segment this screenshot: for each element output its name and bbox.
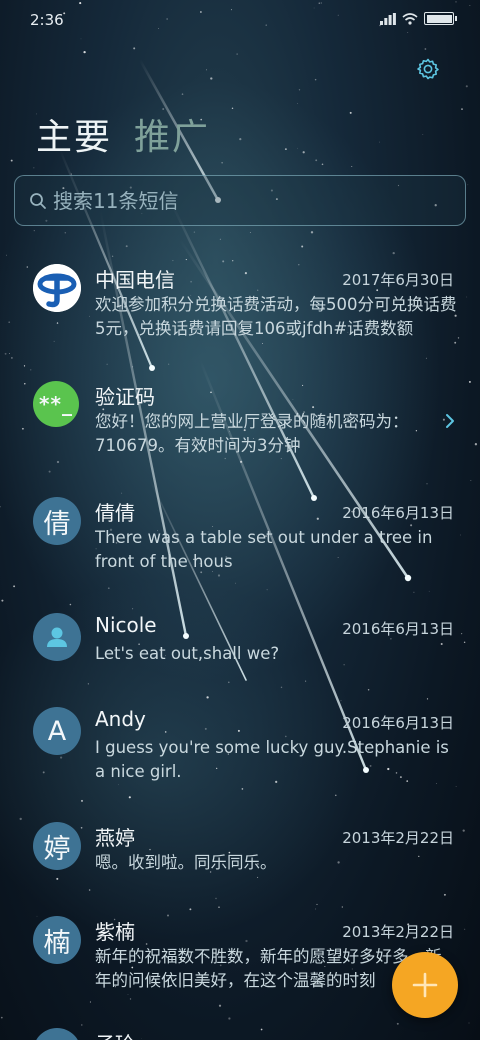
avatar: 倩 xyxy=(33,497,81,545)
avatar xyxy=(33,264,81,312)
avatar: 婷 xyxy=(33,822,81,870)
sender-name: 中国电信 xyxy=(95,268,175,292)
gear-icon[interactable] xyxy=(416,57,440,81)
avatar: 楠 xyxy=(33,916,81,964)
avatar xyxy=(33,613,81,661)
search-icon xyxy=(30,193,46,209)
message-date: 2017年6月30日 xyxy=(342,271,454,289)
avatar: 玲 xyxy=(33,1028,81,1040)
message-preview: I guess you're some lucky guy.Stephanie … xyxy=(95,738,449,781)
message-preview: 嗯。收到啦。同乐同乐。 xyxy=(95,853,277,872)
message-preview: There was a table set out under a tree i… xyxy=(95,528,433,571)
message-date: 2013年2月22日 xyxy=(342,829,454,847)
sender-name: 倩倩 xyxy=(95,501,135,525)
tab-promotions[interactable]: 推广 xyxy=(134,108,210,160)
sender-name: 子玲 xyxy=(95,1028,135,1040)
message-date: 2013年2月22日 xyxy=(342,923,454,941)
sender-name: 燕婷 xyxy=(95,826,135,850)
tab-primary[interactable]: 主要 xyxy=(36,108,112,160)
message-preview: 您好！您的网上营业厅登录的随机密码为：710679。有效时间为3分钟 xyxy=(95,412,409,455)
message-date: 2016年6月13日 xyxy=(342,620,454,638)
message-preview: 欢迎参加积分兑换话费活动，每500分可兑换话费5元，兑换话费请回复106或jfd… xyxy=(95,295,457,338)
sender-name: Andy xyxy=(95,707,146,731)
avatar: **_ xyxy=(33,381,79,427)
china-telecom-logo-icon xyxy=(33,264,81,312)
message-date: 2016年6月13日 xyxy=(342,714,454,732)
sender-name: Nicole xyxy=(95,613,157,637)
message-date: 2016年6月13日 xyxy=(342,504,454,522)
person-icon xyxy=(47,627,67,647)
signal-icon xyxy=(380,12,396,25)
search-input[interactable] xyxy=(53,184,453,218)
plus-icon xyxy=(412,972,438,998)
sender-name: 紫楠 xyxy=(95,920,135,944)
search-bar[interactable] xyxy=(14,175,466,226)
avatar: A xyxy=(33,707,81,755)
chevron-right-icon[interactable] xyxy=(444,413,456,429)
battery-icon xyxy=(424,12,457,25)
tab-bar: 主要 推广 xyxy=(36,108,210,160)
message-preview: Let's eat out,shall we? xyxy=(95,644,280,663)
status-icons xyxy=(380,12,457,25)
sender-name: 验证码 xyxy=(95,385,155,409)
status-time: 2:36 xyxy=(30,11,64,29)
wifi-icon xyxy=(402,12,418,25)
new-message-button[interactable] xyxy=(392,952,458,1018)
